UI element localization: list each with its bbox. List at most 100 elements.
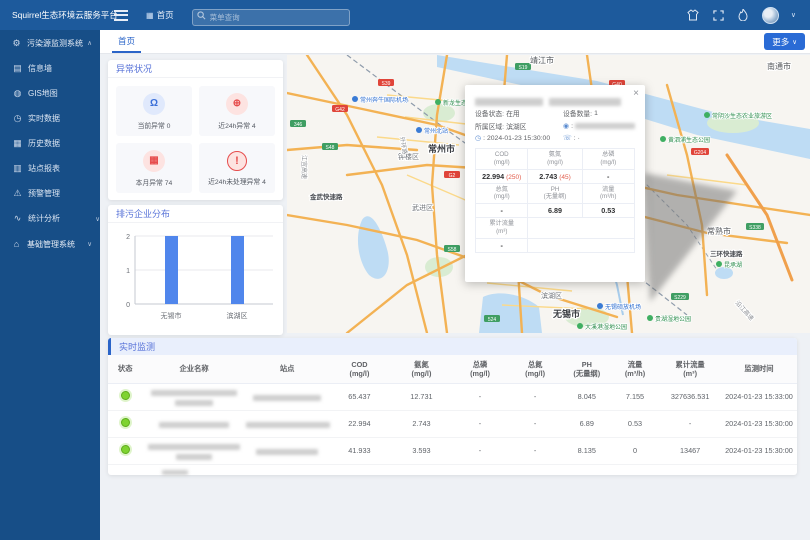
- chart-card-title: 排污企业分布: [108, 205, 283, 223]
- monitor-table-header: 状态 企业名称 站点 COD(mg/l) 氨氮(mg/l) 总磷(mg/l) 总…: [108, 355, 797, 384]
- table-row[interactable]: 41.933 3.593 - - 8.135 0 13467 2024-01-2…: [108, 438, 797, 465]
- station-report-icon: ▥: [11, 163, 24, 174]
- enterprise-distribution-card: 排污企业分布 2 1 0 无锡市 滨湖区: [108, 205, 283, 335]
- sidebar-item-info-wall[interactable]: ▤ 信息墙: [0, 56, 100, 81]
- app-logo: Squirrel生态环境云服务平台: [0, 9, 100, 21]
- info-wall-icon: ▤: [11, 63, 24, 74]
- calendar-icon: ▦: [143, 150, 165, 172]
- map-label-road: 三环快速路: [710, 249, 743, 258]
- svg-text:346: 346: [294, 122, 303, 128]
- park-icon: [647, 315, 653, 321]
- sidebar-item-label: 信息墙: [28, 63, 52, 74]
- table-row[interactable]: 22.994 2.743 - - 6.89 0.53 - 2024-01-23 …: [108, 411, 797, 438]
- dashboard-grid-icon: ▦: [146, 11, 154, 20]
- top-nav-home[interactable]: ▦ 首页: [146, 9, 174, 21]
- map-label-road: 金武快速路: [309, 192, 343, 201]
- sidebar-item-history-data[interactable]: ▦ 历史数据: [0, 131, 100, 156]
- alert-circle-icon: ⊕: [226, 93, 248, 115]
- tab-home[interactable]: 首页: [112, 30, 141, 53]
- chevron-up-icon: ∧: [87, 39, 92, 47]
- sidebar-item-label: GIS地图: [28, 88, 58, 99]
- alert-card-unhandled[interactable]: ! 近24h未处理异常 4: [199, 143, 275, 193]
- park-icon: [435, 99, 441, 105]
- more-button[interactable]: 更多 ∨: [764, 33, 805, 50]
- map-label-city: 南通市: [767, 61, 791, 71]
- sidebar-group-label: 基础管理系统: [27, 239, 75, 250]
- sidebar-nav: ⚙ 污染源监测系统 ∧ ▤ 信息墙 ◍ GIS地图 ◷ 实时数据 ▦ 历史数据 …: [0, 30, 100, 540]
- siren-icon: Ω: [143, 93, 165, 115]
- top-bar: Squirrel生态环境云服务平台 ▦ 首页 ∨: [0, 0, 810, 30]
- alert-card-month[interactable]: ▦ 本月异常 74: [116, 143, 192, 193]
- y-tick: 2: [126, 234, 130, 241]
- sidebar-group-pollution-monitor[interactable]: ⚙ 污染源监测系统 ∧: [0, 30, 100, 56]
- map-label-poi: 大溪港湿地公园: [585, 323, 627, 331]
- map-label-district: 滨湖区: [541, 291, 562, 300]
- popup-fields: 设备状态: 在用 设备数量: 1 所属区域: 滨湖区 ◉: ◷: 2024-01…: [475, 108, 635, 142]
- sidebar-item-label: 实时数据: [28, 113, 60, 124]
- map-label-poi: 黄泗浦生态公园: [668, 136, 710, 144]
- monitor-table: 状态 企业名称 站点 COD(mg/l) 氨氮(mg/l) 总磷(mg/l) 总…: [108, 355, 797, 479]
- airport-icon: [597, 303, 603, 309]
- close-icon[interactable]: ×: [633, 89, 639, 99]
- svg-text:G204: G204: [694, 150, 706, 156]
- chevron-down-icon: ∨: [87, 240, 92, 248]
- user-avatar[interactable]: [762, 7, 779, 24]
- company-name-redacted: [142, 442, 245, 460]
- pagination-redacted[interactable]: [162, 470, 188, 475]
- phone-icon: ☏: [563, 134, 572, 142]
- map-label-city: 常州市: [428, 143, 455, 154]
- map-label-poi: 常阴沙生态农业旅游区: [712, 112, 772, 120]
- alerts-grid: Ω 当前异常 0 ⊕ 近24h异常 4 ▦ 本月异常 74 ! 近24h未处理异…: [108, 78, 283, 201]
- train-station-icon: [416, 127, 422, 133]
- svg-text:S229: S229: [674, 295, 686, 301]
- clock-icon: ◷: [475, 134, 481, 142]
- station-name-redacted: [246, 392, 329, 401]
- search-input[interactable]: [192, 9, 350, 26]
- region-value: 滨湖区: [506, 121, 526, 131]
- sidebar-item-alert-manage[interactable]: ⚠ 预警管理: [0, 181, 100, 206]
- map-info-popup: × 设备状态: 在用 设备数量: 1 所属区域: 滨湖区 ◉: ◷: 2024-…: [465, 85, 645, 282]
- search-icon: [197, 11, 206, 20]
- company-name-redacted: [142, 419, 245, 428]
- sidebar-item-realtime-data[interactable]: ◷ 实时数据: [0, 106, 100, 131]
- fullscreen-icon[interactable]: [712, 9, 725, 22]
- monitor-system-icon: ⚙: [10, 38, 23, 49]
- map-label-poi: 无锡硕放机场: [605, 303, 641, 311]
- hamburger-menu-icon[interactable]: [114, 7, 130, 23]
- alert-card-label: 本月异常 74: [136, 177, 173, 187]
- map-label-road: 江宜高速: [300, 155, 308, 179]
- region-label: 所属区域:: [475, 121, 504, 131]
- alert-card-24h[interactable]: ⊕ 近24h异常 4: [199, 86, 275, 136]
- popup-title-redacted: [475, 93, 635, 102]
- monitor-title: 实时监测: [108, 338, 797, 355]
- bar-wuxi[interactable]: [165, 236, 178, 304]
- table-row[interactable]: 65.437 12.731 - - 8.045 7.155 327636.531…: [108, 384, 797, 411]
- flame-icon[interactable]: [737, 9, 750, 22]
- svg-text:S19: S19: [519, 65, 528, 71]
- sidebar-item-station-report[interactable]: ▥ 站点报表: [0, 156, 100, 181]
- sidebar-item-stats-analysis[interactable]: ∿ 统计分析 ∨: [0, 206, 100, 231]
- station-name-redacted: [246, 446, 329, 455]
- warning-icon: ⚠: [11, 188, 24, 199]
- sidebar-group-label: 污染源监测系统: [27, 38, 83, 49]
- theme-shirt-icon[interactable]: [687, 9, 700, 22]
- map-label-poi: 贵湖湿地公园: [655, 315, 691, 323]
- map-label-poi: 常州奔牛国际机场: [360, 96, 408, 104]
- exclamation-icon: !: [227, 151, 247, 171]
- user-menu-caret-icon[interactable]: ∨: [791, 11, 796, 19]
- airport-icon: [352, 96, 358, 102]
- app-root: Squirrel生态环境云服务平台 ▦ 首页 ∨ ⚙ 污染源: [0, 0, 810, 540]
- sidebar-item-gis-map[interactable]: ◍ GIS地图: [0, 81, 100, 106]
- svg-text:S58: S58: [448, 247, 457, 253]
- company-name-redacted: [142, 388, 245, 406]
- y-tick: 0: [126, 302, 130, 309]
- device-count-label: 设备数量:: [563, 108, 592, 118]
- popup-metrics-table: COD(mg/l) 氨氮(mg/l) 总磷(mg/l) 22.994 (250)…: [475, 148, 635, 253]
- alert-card-current[interactable]: Ω 当前异常 0: [116, 86, 192, 136]
- device-status-value: 在用: [506, 108, 520, 118]
- sidebar-group-base-manage[interactable]: ⌂ 基础管理系统 ∨: [0, 231, 100, 257]
- chevron-down-icon: ∨: [792, 38, 797, 46]
- bar-binhu[interactable]: [231, 236, 244, 304]
- status-dot-green: [121, 391, 130, 400]
- svg-text:S48: S48: [326, 145, 335, 151]
